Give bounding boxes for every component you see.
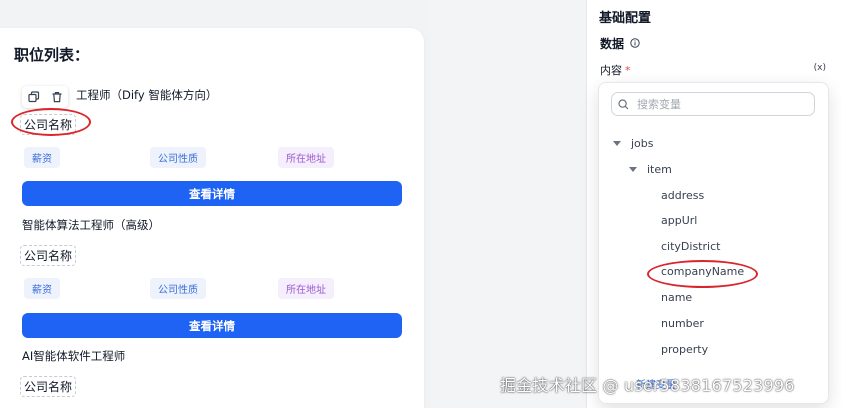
job-title: 智能体算法工程师（高级） [22, 218, 160, 232]
variable-search-input[interactable] [635, 96, 799, 112]
company-name[interactable]: 公司名称 [20, 376, 77, 397]
canvas-area: 职位列表： 工程师（Dify 智能体方向） 公司名称 薪资 公司性质 所在地址 … [0, 0, 430, 408]
content-field-label: 内容 * [600, 62, 631, 78]
tree-leaf-address[interactable]: address [661, 189, 704, 202]
variable-picker-dropdown: jobs item address appUrl cityDistrict co… [598, 82, 829, 404]
address-tag: 所在地址 [278, 278, 334, 299]
variable-search-box[interactable] [611, 92, 815, 116]
tree-leaf-appurl[interactable]: appUrl [661, 214, 697, 227]
tree-leaf-citydistrict[interactable]: cityDistrict [661, 240, 720, 253]
tree-leaf-property[interactable]: property [661, 343, 708, 356]
view-details-button[interactable]: 查看详情 [22, 313, 402, 338]
job-title: AI智能体软件工程师 [22, 349, 126, 363]
tree-leaf-number[interactable]: number [661, 317, 704, 330]
data-section-label: 数据 [600, 35, 640, 52]
info-icon[interactable] [630, 37, 640, 51]
company-type-tag: 公司性质 [150, 147, 206, 168]
panel-heading: 基础配置 [599, 11, 652, 26]
tree-node-item[interactable]: item [629, 163, 672, 176]
tree-leaf-name[interactable]: name [661, 291, 692, 304]
content-label: 内容 [600, 64, 622, 77]
variable-insert-icon[interactable]: (x) [814, 63, 826, 73]
data-label: 数据 [600, 37, 625, 51]
component-toolbar [22, 86, 68, 108]
trash-icon[interactable] [51, 88, 63, 107]
chevron-down-icon[interactable] [613, 141, 621, 146]
search-icon [618, 95, 629, 114]
annotation-ellipse [647, 260, 758, 288]
salary-tag: 薪资 [24, 278, 60, 299]
tree-node-label: jobs [631, 137, 654, 150]
address-tag: 所在地址 [278, 147, 334, 168]
copy-icon[interactable] [27, 88, 40, 107]
company-type-tag: 公司性质 [150, 278, 206, 299]
tree-node-label: item [647, 163, 672, 176]
salary-tag: 薪资 [24, 147, 60, 168]
view-details-button[interactable]: 查看详情 [22, 181, 402, 206]
tree-node-jobs[interactable]: jobs [613, 137, 654, 150]
job-list-title: 职位列表： [14, 46, 90, 64]
required-mark: * [625, 64, 631, 77]
chevron-down-icon[interactable] [629, 167, 637, 172]
annotation-ellipse [11, 108, 91, 136]
job-title: 工程师（Dify 智能体方向） [76, 88, 218, 102]
company-name[interactable]: 公司名称 [20, 245, 77, 266]
watermark-text: 掘金技术社区 @ user5838167523996 [500, 376, 795, 395]
